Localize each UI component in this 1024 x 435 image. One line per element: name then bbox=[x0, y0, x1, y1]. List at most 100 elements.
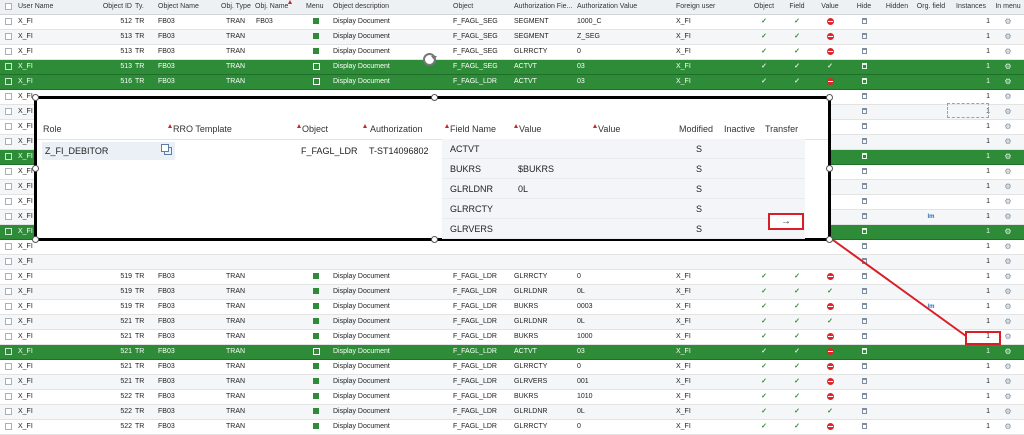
trash-icon[interactable] bbox=[850, 240, 878, 254]
col-obj-type[interactable]: Obj. Type bbox=[221, 0, 255, 14]
table-row[interactable]: X_FI 521 TR FB03 TRAN Display Document F… bbox=[0, 315, 1024, 330]
panel-col-value-low[interactable]: Value bbox=[519, 124, 541, 134]
table-row[interactable]: X_FI 519 TR FB03 TRAN Display Document F… bbox=[0, 285, 1024, 300]
col-ty[interactable]: Ty. bbox=[135, 0, 155, 14]
row-checkbox[interactable] bbox=[5, 333, 12, 340]
refresh-icon[interactable] bbox=[423, 53, 437, 66]
trash-icon[interactable] bbox=[850, 285, 878, 299]
row-checkbox[interactable] bbox=[5, 363, 12, 370]
row-checkbox[interactable] bbox=[5, 108, 12, 115]
gear-icon[interactable]: ⚙ bbox=[992, 285, 1024, 299]
table-row[interactable]: X_FI 516 TR FB03 TRAN Display Document F… bbox=[0, 75, 1024, 90]
table-row[interactable]: X_FI 519 TR FB03 TRAN Display Document F… bbox=[0, 270, 1024, 285]
table-row[interactable]: X_FI 522 TR FB03 TRAN Display Document F… bbox=[0, 390, 1024, 405]
row-checkbox[interactable] bbox=[5, 183, 12, 190]
row-checkbox[interactable] bbox=[5, 258, 12, 265]
col-object-id[interactable]: Object ID bbox=[88, 0, 132, 14]
trash-icon[interactable] bbox=[850, 45, 878, 59]
trash-icon[interactable] bbox=[850, 165, 878, 179]
trash-icon[interactable] bbox=[850, 300, 878, 314]
trash-icon[interactable] bbox=[850, 255, 878, 269]
col-foreign-user[interactable]: Foreign user bbox=[676, 0, 746, 14]
col-value-status[interactable]: Value bbox=[815, 0, 845, 14]
table-row[interactable]: X_FI 513 TR FB03 TRAN Display Document F… bbox=[0, 60, 1024, 75]
trash-icon[interactable] bbox=[850, 225, 878, 239]
gear-icon[interactable]: ⚙ bbox=[992, 420, 1024, 434]
row-checkbox[interactable] bbox=[5, 408, 12, 415]
trash-icon[interactable] bbox=[850, 360, 878, 374]
auth-field-row[interactable]: BUKRS $BUKRS S bbox=[442, 159, 805, 179]
row-checkbox[interactable] bbox=[5, 123, 12, 130]
trash-icon[interactable] bbox=[850, 180, 878, 194]
gear-icon[interactable]: ⚙ bbox=[992, 180, 1024, 194]
resize-handle-br[interactable] bbox=[826, 236, 833, 243]
gear-icon[interactable]: ⚙ bbox=[992, 405, 1024, 419]
col-user-name[interactable]: User Name bbox=[18, 0, 88, 14]
panel-col-object[interactable]: Object bbox=[302, 124, 328, 134]
panel-col-field-name[interactable]: Field Name bbox=[450, 124, 496, 134]
row-checkbox[interactable] bbox=[5, 423, 12, 430]
col-field-status[interactable]: Field bbox=[782, 0, 812, 14]
table-row[interactable]: X_FI 521 TR FB03 TRAN Display Document F… bbox=[0, 375, 1024, 390]
row-checkbox[interactable] bbox=[5, 198, 12, 205]
org-field-icon[interactable]: lm bbox=[914, 300, 948, 314]
trash-icon[interactable] bbox=[850, 75, 878, 89]
trash-icon[interactable] bbox=[850, 60, 878, 74]
row-checkbox[interactable] bbox=[5, 48, 12, 55]
gear-icon[interactable]: ⚙ bbox=[992, 390, 1024, 404]
row-checkbox[interactable] bbox=[5, 168, 12, 175]
gear-icon[interactable]: ⚙ bbox=[992, 75, 1024, 89]
org-field-icon[interactable]: lm bbox=[914, 210, 948, 224]
transfer-button[interactable]: → bbox=[768, 213, 804, 230]
gear-icon[interactable]: ⚙ bbox=[992, 105, 1024, 119]
gear-icon[interactable]: ⚙ bbox=[992, 255, 1024, 269]
trash-icon[interactable] bbox=[850, 135, 878, 149]
row-checkbox[interactable] bbox=[5, 393, 12, 400]
gear-icon[interactable]: ⚙ bbox=[992, 195, 1024, 209]
col-hide[interactable]: Hide bbox=[850, 0, 878, 14]
gear-icon[interactable]: ⚙ bbox=[992, 210, 1024, 224]
trash-icon[interactable] bbox=[850, 345, 878, 359]
row-checkbox[interactable] bbox=[5, 153, 12, 160]
trash-icon[interactable] bbox=[850, 405, 878, 419]
col-authorization-value[interactable]: Authorization Value bbox=[577, 0, 672, 14]
table-row[interactable]: X_FI 522 TR FB03 TRAN Display Document F… bbox=[0, 405, 1024, 420]
trash-icon[interactable] bbox=[850, 15, 878, 29]
table-row[interactable]: X_FI 519 TR FB03 TRAN Display Document F… bbox=[0, 300, 1024, 315]
resize-handle-bl[interactable] bbox=[32, 236, 39, 243]
copy-icon[interactable] bbox=[161, 144, 172, 155]
gear-icon[interactable]: ⚙ bbox=[992, 90, 1024, 104]
trash-icon[interactable] bbox=[850, 195, 878, 209]
gear-icon[interactable]: ⚙ bbox=[992, 315, 1024, 329]
resize-handle-ml[interactable] bbox=[32, 165, 39, 172]
row-checkbox[interactable] bbox=[5, 228, 12, 235]
row-checkbox[interactable] bbox=[5, 348, 12, 355]
row-checkbox[interactable] bbox=[5, 18, 12, 25]
table-row[interactable]: X_FI 521 TR FB03 TRAN Display Document F… bbox=[0, 330, 1024, 345]
auth-field-row[interactable]: GLRVERS S bbox=[442, 219, 805, 239]
trash-icon[interactable] bbox=[850, 30, 878, 44]
gear-icon[interactable]: ⚙ bbox=[992, 345, 1024, 359]
trash-icon[interactable] bbox=[850, 315, 878, 329]
auth-field-row[interactable]: GLRRCTY S bbox=[442, 199, 805, 219]
row-checkbox[interactable] bbox=[5, 318, 12, 325]
row-checkbox[interactable] bbox=[5, 303, 12, 310]
panel-col-transfer[interactable]: Transfer bbox=[765, 124, 798, 134]
resize-handle-mr[interactable] bbox=[826, 165, 833, 172]
table-row[interactable]: X_FI 521 TR FB03 TRAN Display Document F… bbox=[0, 345, 1024, 360]
col-object[interactable]: Object bbox=[453, 0, 513, 14]
table-row[interactable]: X_FI 512 TR FB03 TRAN FB03 Display Docum… bbox=[0, 15, 1024, 30]
auth-field-row[interactable]: GLRLDNR 0L S bbox=[442, 179, 805, 199]
gear-icon[interactable]: ⚙ bbox=[992, 225, 1024, 239]
gear-icon[interactable]: ⚙ bbox=[992, 240, 1024, 254]
gear-icon[interactable]: ⚙ bbox=[992, 30, 1024, 44]
table-row[interactable]: X_FI 522 TR FB03 TRAN Display Document F… bbox=[0, 420, 1024, 435]
gear-icon[interactable]: ⚙ bbox=[992, 135, 1024, 149]
trash-icon[interactable] bbox=[850, 120, 878, 134]
table-row[interactable]: X_FI 513 TR FB03 TRAN Display Document F… bbox=[0, 45, 1024, 60]
row-checkbox[interactable] bbox=[5, 378, 12, 385]
resize-handle-tm[interactable] bbox=[431, 94, 438, 101]
table-row[interactable]: X_FI 1 ⚙ bbox=[0, 240, 1024, 255]
col-in-menu[interactable]: In menu bbox=[992, 0, 1024, 14]
panel-col-role[interactable]: Role bbox=[43, 124, 62, 134]
